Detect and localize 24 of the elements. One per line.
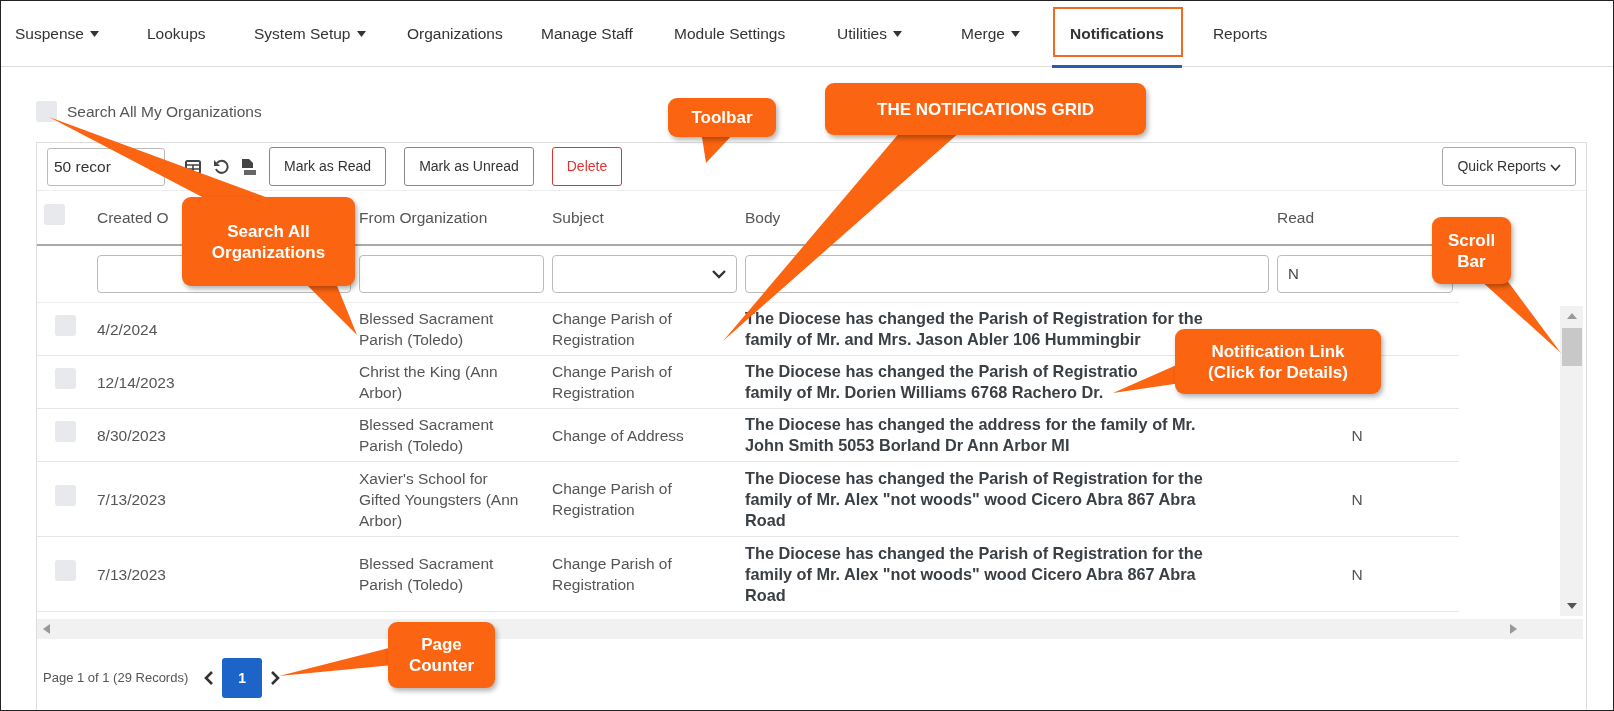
date-cell-text: 8/30/2023 xyxy=(97,425,167,446)
table-cell-text: Change Parish of Registration xyxy=(552,479,673,520)
table-cell-text: Change of Address xyxy=(552,425,685,446)
table-cell: N xyxy=(1351,490,1363,508)
date-cell-text: 7/13/2023 xyxy=(97,489,167,510)
table-cell-text: Blessed Sacrament Parish (Toledo) xyxy=(359,554,495,595)
table-cell: N xyxy=(1351,426,1363,444)
date-cell-text: 4/2/2024 xyxy=(97,319,159,340)
callout-label: Scroll Bar xyxy=(1432,217,1511,284)
date-cell-text: 12/14/2023 xyxy=(97,372,176,393)
date-cell-text: 7/13/2023 xyxy=(97,564,167,585)
table-cell-text: Change Parish of Registration xyxy=(552,362,673,403)
page-summary: Page 1 of 1 (29 Records) xyxy=(43,669,189,688)
callout-label: Notification Link (Click for Details) xyxy=(1175,329,1381,394)
table-cell-text: Change Parish of Registration xyxy=(552,309,673,350)
table-cell-text: Change Parish of Registration xyxy=(552,554,673,595)
table-cell-text: Christ the King (Ann Arbor) xyxy=(359,362,499,403)
checkbox-label: Search All My Organizations xyxy=(67,102,262,122)
callout-label: Page Counter xyxy=(388,622,495,688)
table-cell: N xyxy=(1351,565,1363,583)
table-cell-text: Blessed Sacrament Parish (Toledo) xyxy=(359,415,495,456)
table-cell-text: Xavier's School for Gifted Youngsters (Ann Arbor) xyxy=(359,468,520,531)
table-cell-text: Blessed Sacrament Parish (Toledo) xyxy=(359,309,495,350)
callout-label: THE NOTIFICATIONS GRID xyxy=(825,83,1146,135)
